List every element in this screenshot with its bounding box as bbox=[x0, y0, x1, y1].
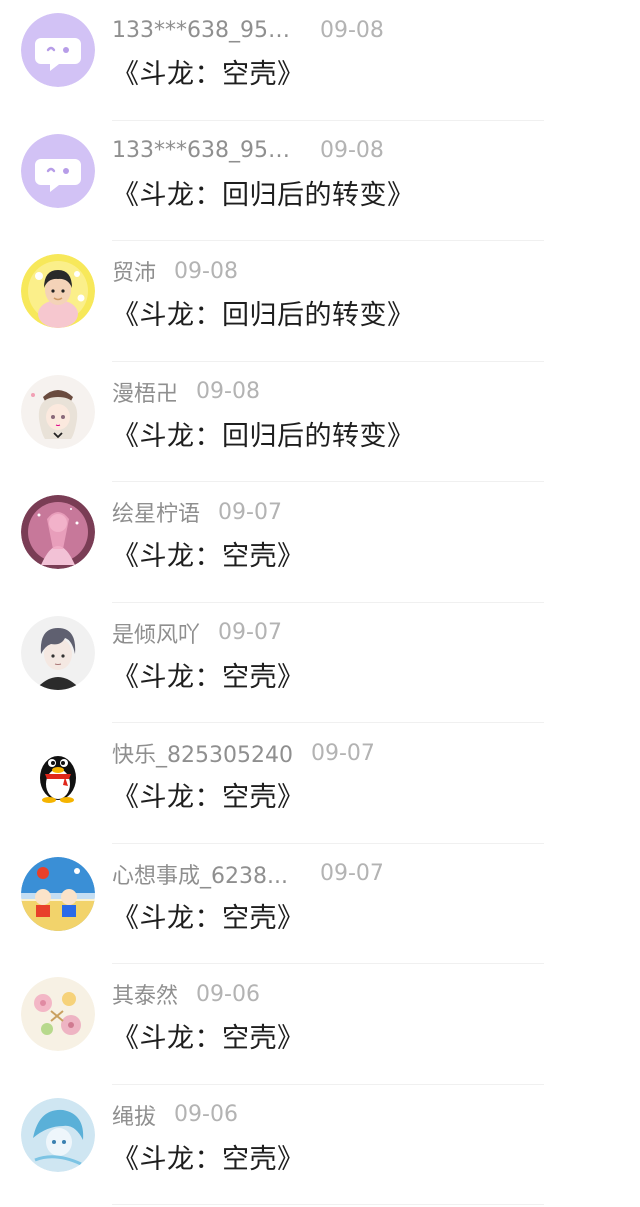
comment-meta: 其泰然 09-06 bbox=[112, 978, 620, 1010]
flowers-avatar[interactable] bbox=[21, 977, 95, 1051]
list-item[interactable]: 心想事成_6238... 09-07 《斗龙：空壳》 bbox=[0, 844, 640, 965]
username[interactable]: 是倾风吖 bbox=[112, 617, 200, 649]
comment-meta: 133***638_950... 09-08 bbox=[112, 135, 620, 167]
pink-anime-avatar[interactable] bbox=[21, 495, 95, 569]
comment-title[interactable]: 《斗龙：空壳》 bbox=[112, 534, 305, 573]
username[interactable]: 133***638_950... bbox=[112, 138, 302, 163]
comment-date: 09-08 bbox=[320, 138, 384, 163]
comment-date: 09-06 bbox=[196, 981, 260, 1007]
comment-date: 09-07 bbox=[218, 499, 282, 525]
comment-meta: 133***638_950... 09-08 bbox=[112, 14, 620, 46]
comment-meta: 漫梧卍 09-08 bbox=[112, 376, 620, 408]
list-item[interactable]: 133***638_950... 09-08 《斗龙：空壳》 bbox=[0, 0, 640, 121]
list-item[interactable]: 漫梧卍 09-08 《斗龙：回归后的转变》 bbox=[0, 362, 640, 483]
username[interactable]: 绳拔 bbox=[112, 1099, 156, 1131]
list-item[interactable]: 贸沛 09-08 《斗龙：回归后的转变》 bbox=[0, 241, 640, 362]
comment-date: 09-08 bbox=[196, 379, 260, 404]
comment-title[interactable]: 《斗龙：空壳》 bbox=[112, 1137, 305, 1176]
comment-meta: 心想事成_6238... 09-07 bbox=[112, 858, 620, 890]
qq-penguin-avatar[interactable] bbox=[21, 736, 95, 810]
comment-title[interactable]: 《斗龙：空壳》 bbox=[112, 775, 305, 814]
anime-girl-avatar[interactable] bbox=[21, 374, 95, 449]
comment-title[interactable]: 《斗龙：空壳》 bbox=[112, 52, 305, 91]
username[interactable]: 心想事成_6238... bbox=[112, 858, 302, 890]
username[interactable]: 贸沛 bbox=[112, 255, 156, 287]
username[interactable]: 漫梧卍 bbox=[112, 376, 178, 408]
comment-date: 09-07 bbox=[310, 740, 375, 766]
list-item[interactable]: 是倾风吖 09-07 《斗龙：空壳》 bbox=[0, 603, 640, 724]
username[interactable]: 133***638_950... bbox=[112, 18, 302, 43]
blue-anime-avatar[interactable] bbox=[21, 1097, 95, 1172]
username[interactable]: 快乐_825305240 bbox=[112, 737, 293, 769]
comment-title[interactable]: 《斗龙：回归后的转变》 bbox=[112, 293, 415, 332]
list-item[interactable]: 绘星柠语 09-07 《斗龙：空壳》 bbox=[0, 482, 640, 603]
list-item[interactable]: 快乐_825305240 09-07 《斗龙：空壳》 bbox=[0, 723, 640, 844]
comment-meta: 是倾风吖 09-07 bbox=[112, 617, 620, 649]
comment-meta: 贸沛 09-08 bbox=[112, 255, 620, 287]
list-item[interactable]: 其泰然 09-06 《斗龙：空壳》 bbox=[0, 964, 640, 1085]
comment-title[interactable]: 《斗龙：空壳》 bbox=[112, 896, 305, 935]
comment-list: 133***638_950... 09-08 《斗龙：空壳》 133***638… bbox=[0, 0, 640, 1205]
list-item[interactable]: 绳拔 09-06 《斗龙：空壳》 bbox=[0, 1085, 640, 1206]
list-item[interactable]: 133***638_950... 09-08 《斗龙：回归后的转变》 bbox=[0, 121, 640, 242]
beach-cartoon-avatar[interactable] bbox=[21, 856, 95, 931]
comment-meta: 绘星柠语 09-07 bbox=[112, 496, 620, 528]
comment-date: 09-07 bbox=[320, 861, 384, 886]
username[interactable]: 绘星柠语 bbox=[112, 496, 200, 528]
comment-date: 09-06 bbox=[174, 1102, 238, 1127]
comment-title[interactable]: 《斗龙：空壳》 bbox=[112, 655, 305, 694]
purple-chat-bubble-icon[interactable] bbox=[21, 13, 95, 87]
comment-title[interactable]: 《斗龙：空壳》 bbox=[112, 1016, 305, 1055]
comment-date: 09-08 bbox=[320, 17, 384, 43]
comment-meta: 绳拔 09-06 bbox=[112, 1099, 620, 1131]
comment-meta: 快乐_825305240 09-07 bbox=[112, 737, 620, 769]
anime-boy-avatar[interactable] bbox=[21, 615, 95, 690]
comment-date: 09-07 bbox=[218, 620, 282, 645]
comment-title[interactable]: 《斗龙：回归后的转变》 bbox=[112, 414, 415, 453]
purple-chat-bubble-icon[interactable] bbox=[21, 133, 95, 208]
comment-date: 09-08 bbox=[174, 258, 238, 284]
comment-title[interactable]: 《斗龙：回归后的转变》 bbox=[112, 173, 415, 212]
username[interactable]: 其泰然 bbox=[112, 978, 178, 1010]
user-photo-avatar[interactable] bbox=[21, 254, 95, 328]
